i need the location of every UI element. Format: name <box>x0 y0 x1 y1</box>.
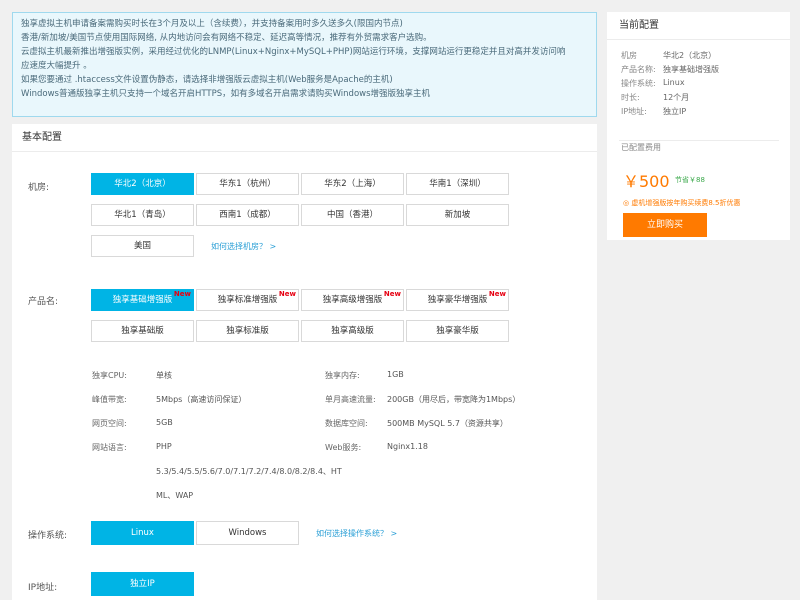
spec-space-value: 5GB <box>156 418 173 427</box>
spec-mem-value: 1GB <box>387 370 404 379</box>
fee-label: 已配置费用 <box>621 143 661 152</box>
notice-line: 独享虚拟主机申请备案需购买时长在3个月及以上（含续费），并支持备案用时多久送多久… <box>21 19 403 29</box>
side-os-value: Linux <box>663 78 685 87</box>
os-option-linux[interactable]: Linux <box>91 521 194 545</box>
room-option-chengdu[interactable]: 西南1（成都） <box>196 204 299 226</box>
room-option-shenzhen[interactable]: 华南1（深圳） <box>406 173 509 195</box>
side-ip-label: IP地址: <box>621 107 647 116</box>
spec-mem-label: 独享内存: <box>325 371 360 380</box>
room-label: 机房: <box>28 183 50 193</box>
notice-line: 应速度大幅提升 。 <box>21 61 92 71</box>
side-room-label: 机房 <box>621 51 637 60</box>
spec-language-label: 网站语言: <box>92 443 127 452</box>
product-label: 产品名: <box>28 297 59 307</box>
product-option-luxury[interactable]: 独享豪华版 <box>406 320 509 342</box>
room-option-hongkong[interactable]: 中国（香港） <box>301 204 404 226</box>
side-product-value: 独享基础增强版 <box>663 65 719 74</box>
spec-php-versions: 5.3/5.4/5.5/5.6/7.0/7.1/7.2/7.4/8.0/8.2/… <box>156 467 342 476</box>
side-os-label: 操作系统: <box>621 79 656 88</box>
product-option-standard[interactable]: 独享标准版 <box>196 320 299 342</box>
current-config-panel: 当前配置 机房 华北2（北京） 产品名称: 独享基础增强版 操作系统: Linu… <box>607 12 790 240</box>
price-value: ￥500 <box>623 172 670 191</box>
room-option-usa[interactable]: 美国 <box>91 235 194 257</box>
room-option-singapore[interactable]: 新加坡 <box>406 204 509 226</box>
spec-cpu-label: 独享CPU: <box>92 371 127 380</box>
room-option-beijing[interactable]: 华北2（北京） <box>91 173 194 195</box>
notice-line: Windows普通版独享主机只支持一个域名开启HTTPS，如有多域名开启需求请购… <box>21 89 431 99</box>
ip-option-dedicated[interactable]: 独立IP <box>91 572 194 596</box>
notice-line: 香港/新加坡/美国节点使用国际网络, 从内地访问会有网络不稳定、延迟高等情况，推… <box>21 33 432 43</box>
spec-traffic-label: 单月高速流量: <box>325 395 376 404</box>
side-title: 当前配置 <box>607 12 790 40</box>
room-option-hangzhou[interactable]: 华东1（杭州） <box>196 173 299 195</box>
side-duration-value: 12个月 <box>663 93 690 102</box>
spec-bandwidth-value: 5Mbps（高速访问保证） <box>156 395 247 404</box>
side-duration-label: 时长: <box>621 93 640 102</box>
divider <box>619 140 779 141</box>
new-badge: New <box>488 290 506 298</box>
how-to-choose-room-link[interactable]: 如何选择机房？ > <box>211 241 276 252</box>
room-option-shanghai[interactable]: 华东2（上海） <box>301 173 404 195</box>
spec-web-value: Nginx1.18 <box>387 442 428 451</box>
spec-db-value: 500MB MySQL 5.7（资源共享） <box>387 419 508 428</box>
notice-line: 如果您要通过 .htaccess文件设置伪静态，请选择非增强版云虚拟主机(Web… <box>21 75 393 85</box>
product-option-standard-enhanced[interactable]: 独享标准增强版 New <box>196 289 299 311</box>
panel-title: 基本配置 <box>12 124 597 152</box>
product-option-advanced-enhanced[interactable]: 独享高级增强版 New <box>301 289 404 311</box>
spec-bandwidth-label: 峰值带宽: <box>92 395 127 404</box>
spec-cpu-value: 单核 <box>156 371 172 380</box>
spec-traffic-value: 200GB（用尽后，带宽降为1Mbps） <box>387 395 521 404</box>
new-badge: New <box>383 290 401 298</box>
promo-text: ◎ 虚机增强版按年购买续费8.5折优惠 <box>623 199 741 207</box>
product-option-text: 独享豪华增强版 <box>427 295 488 305</box>
spec-language-value: PHP <box>156 442 172 451</box>
new-badge: New <box>173 290 191 298</box>
product-option-text: 独享标准增强版 <box>217 295 278 305</box>
side-ip-value: 独立IP <box>663 107 687 116</box>
room-option-qingdao[interactable]: 华北1（青岛） <box>91 204 194 226</box>
notice-line: 云虚拟主机最新推出增强版实例，采用经过优化的LNMP(Linux+Nginx+M… <box>21 47 566 57</box>
side-room-value: 华北2（北京） <box>663 51 717 60</box>
product-option-basic-enhanced[interactable]: 独享基础增强版 New <box>91 289 194 311</box>
product-option-luxury-enhanced[interactable]: 独享豪华增强版 New <box>406 289 509 311</box>
os-option-windows[interactable]: Windows <box>196 521 299 545</box>
spec-php-versions-cont: ML、WAP <box>156 491 194 500</box>
spec-web-label: Web服务: <box>325 443 362 452</box>
spec-space-label: 网页空间: <box>92 419 127 428</box>
new-badge: New <box>278 290 296 298</box>
buy-now-button[interactable]: 立即购买 <box>623 213 707 237</box>
save-amount: 节省￥88 <box>675 176 705 184</box>
how-to-choose-os-link[interactable]: 如何选择操作系统？ > <box>316 528 397 539</box>
product-option-text: 独享基础增强版 <box>112 295 173 305</box>
ip-label: IP地址: <box>28 583 58 593</box>
product-option-advanced[interactable]: 独享高级版 <box>301 320 404 342</box>
os-label: 操作系统: <box>28 531 68 541</box>
product-option-text: 独享高级增强版 <box>322 295 383 305</box>
spec-db-label: 数据库空间: <box>325 419 368 428</box>
basic-config-panel: 基本配置 机房: 华北2（北京） 华东1（杭州） 华东2（上海） 华南1（深圳）… <box>12 124 597 600</box>
notice-box: 独享虚拟主机申请备案需购买时长在3个月及以上（含续费），并支持备案用时多久送多久… <box>12 12 597 117</box>
side-product-label: 产品名称: <box>621 65 656 74</box>
product-option-basic[interactable]: 独享基础版 <box>91 320 194 342</box>
